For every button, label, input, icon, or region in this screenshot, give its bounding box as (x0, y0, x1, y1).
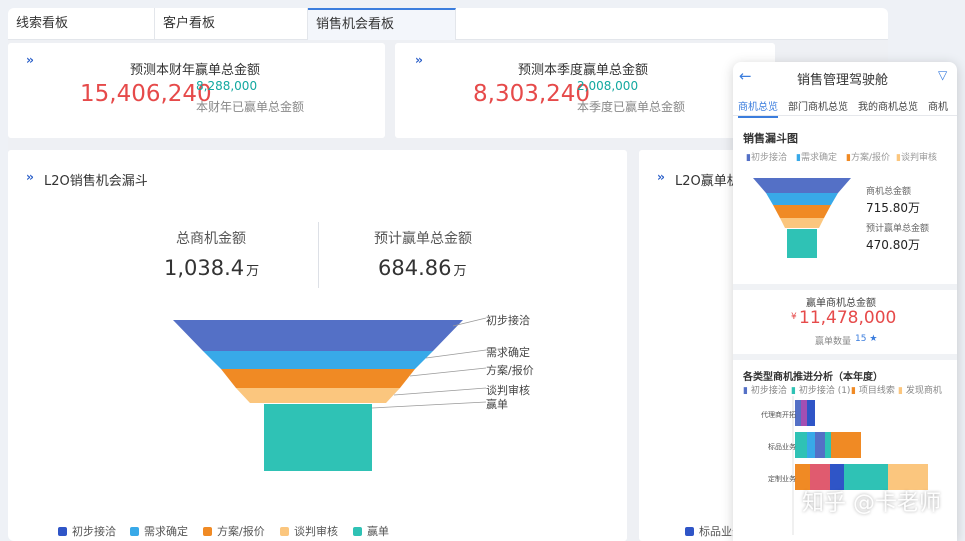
mobile-tab-department[interactable]: 部门商机总览 (788, 98, 848, 113)
funnel-panel: ›› L2O销售机会漏斗 总商机金额 1,038.4 万 预计赢单总金额 684.… (8, 150, 627, 541)
analysis-category-1: 代理商开拓 (761, 411, 796, 419)
legend-item-1[interactable]: 初步接洽 (58, 523, 116, 539)
mobile-dashboard: ← 销售管理驾驶舱 ▽ 商机总览 部门商机总览 我的商机总览 商机 销售漏斗图 … (733, 62, 957, 541)
kpi-sub-label: 本季度已赢单总金额 (577, 100, 686, 114)
tab-opportunities[interactable]: 销售机会看板 (308, 8, 456, 40)
mobile-expected-value: 470.80万 (866, 238, 920, 252)
mobile-title: 销售管理驾驶舱 (797, 73, 889, 88)
mobile-won-label: 赢单商机总金额 (806, 298, 876, 309)
legend-item-5[interactable]: 赢单 (353, 523, 389, 539)
filter-icon[interactable]: ▽ (938, 68, 947, 82)
back-arrow-icon[interactable]: ← (739, 67, 752, 85)
board-tabs: 线索看板 客户看板 销售机会看板 (8, 8, 888, 40)
funnel-stage-3[interactable] (221, 369, 415, 388)
mobile-expected-label: 预计赢单总金额 (866, 224, 930, 234)
kpi-value: 15,406,240 (80, 81, 212, 107)
expand-chevron-icon[interactable]: ›› (26, 53, 34, 67)
expand-chevron-icon[interactable]: ›› (415, 53, 423, 67)
analysis-category-3: 定制业务 (768, 475, 796, 483)
mobile-total-value: 715.80万 (866, 201, 920, 215)
analysis-category-2: 标品业务 (768, 443, 796, 451)
expand-chevron-icon[interactable]: ›› (657, 170, 665, 184)
mobile-total-label: 商机总金额 (866, 187, 912, 197)
watermark: 知乎 @卡老师 (802, 491, 941, 516)
kpi-value: 8,303,240 (473, 81, 591, 107)
funnel-stage-5[interactable] (264, 404, 372, 471)
funnel-label-1: 初步接洽 (486, 314, 530, 327)
kpi-sub-value: 8,288,000 (196, 79, 258, 93)
mobile-won-value: 11,478,000 (799, 308, 897, 328)
mobile-won-section: 赢单商机总金额 ¥ 11,478,000 赢单数量 15 ★ (733, 290, 957, 354)
kpi-title: 预测本财年赢单总金额 (130, 63, 261, 78)
funnel-label-5: 赢单 (486, 398, 508, 411)
mobile-funnel-chart (753, 178, 851, 258)
kpi-card-fiscal-year: ›› 预测本财年赢单总金额 15,406,240 8,288,000 本财年已赢… (8, 43, 385, 138)
mobile-won-currency: ¥ (791, 312, 797, 322)
funnel-label-3: 方案/报价 (486, 364, 534, 377)
mobile-tab-overview[interactable]: 商机总览 (738, 98, 778, 118)
legend-item-4[interactable]: 谈判审核 (280, 523, 338, 539)
panel-title: L2O赢单机 (675, 174, 740, 189)
kpi-sub-value: 2,008,000 (577, 79, 639, 93)
kpi-sub-label: 本财年已赢单总金额 (196, 100, 305, 114)
legend-item-3[interactable]: 方案/报价 (203, 523, 265, 539)
tab-customers[interactable]: 客户看板 (155, 8, 308, 40)
funnel-stage-1[interactable] (173, 320, 463, 351)
kpi-title: 预测本季度赢单总金额 (518, 63, 649, 78)
tab-leads[interactable]: 线索看板 (8, 8, 155, 40)
funnel-stage-2[interactable] (203, 351, 433, 369)
sales-funnel-chart (173, 317, 487, 471)
mobile-header: ← 销售管理驾驶舱 ▽ (733, 62, 957, 92)
mobile-funnel-section: 销售漏斗图 ▮初步接洽 ▮需求确定 ▮方案/报价 ▮谈判审核 商机总金额 715… (733, 118, 957, 284)
mobile-tabs: 商机总览 部门商机总览 我的商机总览 商机 (733, 94, 957, 118)
mobile-tab-more[interactable]: 商机 (928, 98, 948, 113)
mobile-won-count: 15 ★ (855, 334, 878, 344)
kpi-card-quarter: ›› 预测本季度赢单总金额 8,303,240 2,008,000 本季度已赢单… (395, 43, 775, 138)
legend-item-2[interactable]: 需求确定 (130, 523, 188, 539)
funnel-label-2: 需求确定 (486, 346, 530, 359)
funnel-stage-4[interactable] (236, 388, 400, 403)
mobile-tab-mine[interactable]: 我的商机总览 (858, 98, 918, 113)
mobile-won-count-label: 赢单数量 (815, 337, 852, 347)
